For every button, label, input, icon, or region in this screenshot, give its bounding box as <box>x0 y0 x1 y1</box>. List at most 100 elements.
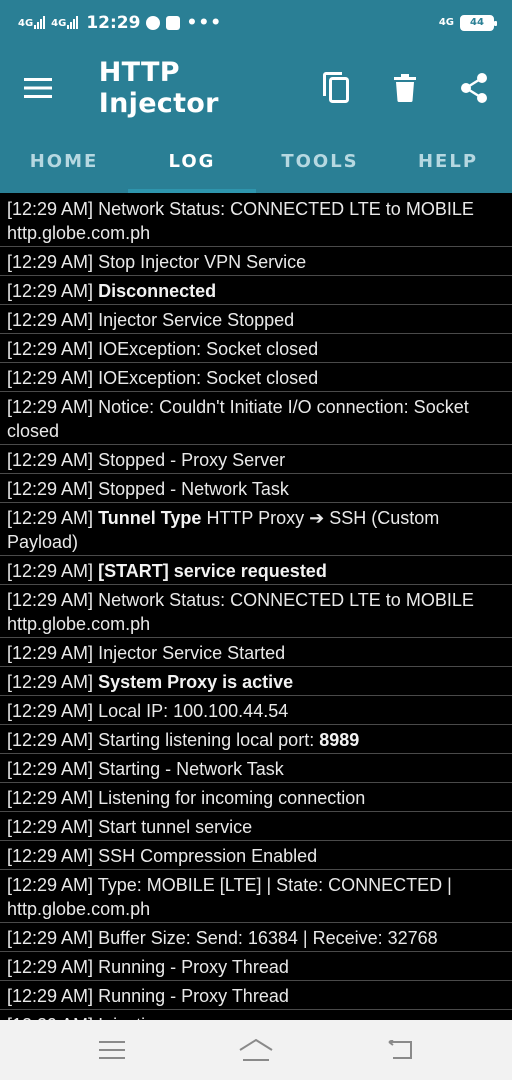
log-message: IOException: Socket closed <box>98 368 319 388</box>
log-entry: [12:29 AM] Injector Service Started <box>0 638 512 667</box>
more-notifications-icon: ••• <box>186 12 223 33</box>
recent-apps-button[interactable] <box>77 1025 147 1075</box>
log-entry: [12:29 AM] Injector Service Stopped <box>0 305 512 334</box>
clock: 12:29 <box>86 12 141 33</box>
log-entry: [12:29 AM] IOException: Socket closed <box>0 363 512 392</box>
log-timestamp: [12:29 AM] <box>7 252 94 272</box>
log-bold-text: Tunnel Type <box>98 508 202 528</box>
home-icon <box>239 1039 273 1061</box>
tab-tools[interactable]: TOOLS <box>256 130 384 193</box>
log-timestamp: [12:29 AM] <box>7 788 94 808</box>
menu-lines-icon <box>99 1041 125 1059</box>
back-button[interactable] <box>365 1025 435 1075</box>
share-button[interactable] <box>439 45 508 130</box>
log-timestamp: [12:29 AM] <box>7 508 94 528</box>
status-bar: 4G 4G 12:29 ••• 4G 44 <box>0 0 512 45</box>
log-entry: [12:29 AM] Starting - Network Task <box>0 754 512 783</box>
signal-indicator-2: 4G <box>51 16 79 29</box>
log-entry: [12:29 AM] Local IP: 100.100.44.54 <box>0 696 512 725</box>
signal-indicator-1: 4G <box>18 16 46 29</box>
log-bold-text: System Proxy is active <box>98 672 294 692</box>
home-button[interactable] <box>221 1025 291 1075</box>
signal-bars-icon <box>34 16 46 29</box>
log-bold-text: [START] service requested <box>98 561 327 581</box>
log-timestamp: [12:29 AM] <box>7 281 94 301</box>
log-bold-text: Disconnected <box>98 281 217 301</box>
menu-icon <box>24 77 53 98</box>
log-entry: [12:29 AM] SSH Compression Enabled <box>0 841 512 870</box>
log-message: Stopped - Proxy Server <box>98 450 286 470</box>
log-entry: [12:29 AM] Running - Proxy Thread <box>0 952 512 981</box>
tab-bar: HOME LOG TOOLS HELP <box>0 130 512 193</box>
log-entry: [12:29 AM] Tunnel Type HTTP Proxy ➔ SSH … <box>0 503 512 556</box>
log-timestamp: [12:29 AM] <box>7 846 94 866</box>
log-timestamp: [12:29 AM] <box>7 561 94 581</box>
network-type-label: 4G <box>51 18 67 29</box>
log-entry: [12:29 AM] Running - Proxy Thread <box>0 981 512 1010</box>
system-nav-bar <box>0 1020 512 1080</box>
log-entry: [12:29 AM] Stopped - Network Task <box>0 474 512 503</box>
log-bold-value: 8989 <box>319 730 360 750</box>
log-timestamp: [12:29 AM] <box>7 368 94 388</box>
delete-button[interactable] <box>370 45 439 130</box>
battery-level: 44 <box>470 17 484 28</box>
log-timestamp: [12:29 AM] <box>7 199 94 219</box>
log-message: SSH Compression Enabled <box>98 846 318 866</box>
log-entry: [12:29 AM] Injecting <box>0 1010 512 1020</box>
tab-log[interactable]: LOG <box>128 130 256 193</box>
battery-icon: 44 <box>460 14 497 31</box>
log-entry: [12:29 AM] IOException: Socket closed <box>0 334 512 363</box>
log-entry: [12:29 AM] [START] service requested <box>0 556 512 585</box>
log-message: Starting - Network Task <box>98 759 284 779</box>
log-timestamp: [12:29 AM] <box>7 590 94 610</box>
app-title: HTTP Injector <box>98 56 219 119</box>
signal-bars-icon <box>67 16 79 29</box>
log-timestamp: [12:29 AM] <box>7 817 94 837</box>
log-message: Stopped - Network Task <box>98 479 289 499</box>
menu-button[interactable] <box>0 45 77 130</box>
log-timestamp: [12:29 AM] <box>7 643 94 663</box>
log-entry: [12:29 AM] Stop Injector VPN Service <box>0 247 512 276</box>
app-bar: HTTP Injector <box>0 45 512 130</box>
log-message: Start tunnel service <box>98 817 253 837</box>
log-timestamp: [12:29 AM] <box>7 672 94 692</box>
network-type-label: 4G <box>18 18 34 29</box>
log-message: Injector Service Started <box>98 643 286 663</box>
log-entry: [12:29 AM] Start tunnel service <box>0 812 512 841</box>
back-icon <box>388 1040 412 1059</box>
log-message: Listening for incoming connection <box>98 788 366 808</box>
tab-help[interactable]: HELP <box>384 130 512 193</box>
log-message: Starting listening local port: <box>98 730 315 750</box>
log-entry: [12:29 AM] Network Status: CONNECTED LTE… <box>0 194 512 247</box>
log-entry: [12:29 AM] Network Status: CONNECTED LTE… <box>0 585 512 638</box>
log-timestamp: [12:29 AM] <box>7 957 94 977</box>
log-timestamp: [12:29 AM] <box>7 310 94 330</box>
log-timestamp: [12:29 AM] <box>7 875 94 895</box>
log-message: Running - Proxy Thread <box>98 957 289 977</box>
log-timestamp: [12:29 AM] <box>7 450 94 470</box>
network-right-label: 4G <box>438 16 454 28</box>
log-timestamp: [12:29 AM] <box>7 986 94 1006</box>
log-timestamp: [12:29 AM] <box>7 701 94 721</box>
tab-home[interactable]: HOME <box>0 130 128 193</box>
share-icon <box>460 72 487 103</box>
copy-icon <box>322 71 349 103</box>
notification-play-icon <box>166 15 181 30</box>
log-timestamp: [12:29 AM] <box>7 928 94 948</box>
log-message: Injector Service Stopped <box>98 310 295 330</box>
log-entry: [12:29 AM] Notice: Couldn't Initiate I/O… <box>0 392 512 445</box>
log-message: Local IP: 100.100.44.54 <box>98 701 289 721</box>
log-message: Stop Injector VPN Service <box>98 252 307 272</box>
log-timestamp: [12:29 AM] <box>7 339 94 359</box>
copy-button[interactable] <box>301 45 370 130</box>
log-entry: [12:29 AM] System Proxy is active <box>0 667 512 696</box>
log-entry: [12:29 AM] Disconnected <box>0 276 512 305</box>
log-message: Buffer Size: Send: 16384 | Receive: 3276… <box>98 928 438 948</box>
notification-check-icon <box>146 15 161 30</box>
log-entry: [12:29 AM] Starting listening local port… <box>0 725 512 754</box>
log-entry: [12:29 AM] Listening for incoming connec… <box>0 783 512 812</box>
log-list[interactable]: [12:29 AM] Network Status: CONNECTED LTE… <box>0 194 512 1020</box>
log-message: Running - Proxy Thread <box>98 986 289 1006</box>
trash-icon <box>393 73 416 102</box>
log-entry: [12:29 AM] Buffer Size: Send: 16384 | Re… <box>0 923 512 952</box>
